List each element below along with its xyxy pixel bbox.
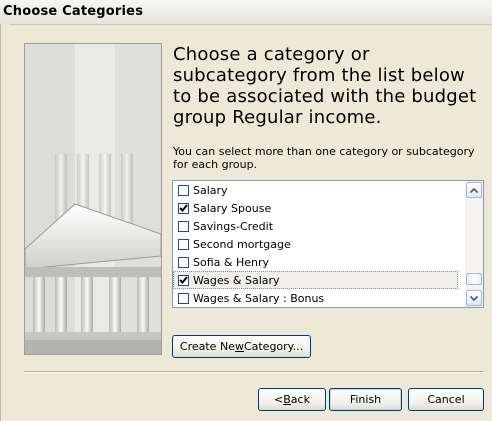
window-edge xyxy=(0,24,9,421)
list-item[interactable]: Salary Spouse xyxy=(173,199,458,217)
list-item-label: Second mortgage xyxy=(193,237,291,251)
scroll-thumb[interactable] xyxy=(466,273,482,285)
list-scrollbar[interactable] xyxy=(465,181,483,307)
create-new-category-button[interactable]: Create Ne w Category... xyxy=(172,335,311,358)
list-item-label: Salary xyxy=(193,183,228,197)
check-icon xyxy=(179,204,188,212)
checkbox[interactable] xyxy=(178,292,189,304)
checkbox[interactable] xyxy=(178,274,189,286)
list-item[interactable]: Salary xyxy=(173,181,458,199)
list-item-label: Wages & Salary xyxy=(193,273,280,287)
list-item-label: Wages & Salary : Bonus xyxy=(193,291,325,305)
checkbox[interactable] xyxy=(178,184,189,196)
create-label-pre: Create Ne xyxy=(179,340,235,353)
scroll-down-button[interactable] xyxy=(466,290,482,306)
list-item[interactable]: Sofia & Henry xyxy=(173,253,458,271)
instruction-heading: Choose a category or subcategory from th… xyxy=(173,44,477,128)
checkbox[interactable] xyxy=(178,202,189,214)
list-item-label: Salary Spouse xyxy=(193,201,272,215)
create-label-post: Category... xyxy=(243,340,304,353)
category-list-items: Salary Salary Spouse Savings-Credit Second … xyxy=(173,181,458,307)
checkbox[interactable] xyxy=(178,256,189,268)
back-label-pre: < xyxy=(274,393,284,406)
list-item[interactable]: Wages & Salary : Bonus xyxy=(173,289,458,307)
scroll-up-button[interactable] xyxy=(466,182,482,198)
button-separator xyxy=(24,371,484,373)
chevron-up-icon xyxy=(470,187,478,193)
check-icon xyxy=(179,276,188,284)
bank-building-illustration xyxy=(24,43,162,355)
back-button[interactable]: < Back xyxy=(258,388,326,411)
list-item-label: Savings-Credit xyxy=(193,219,274,233)
checkbox[interactable] xyxy=(178,238,189,250)
list-item[interactable]: Savings-Credit xyxy=(173,217,458,235)
chevron-down-icon xyxy=(470,295,478,301)
category-listbox[interactable]: Salary Salary Spouse Savings-Credit Second … xyxy=(172,180,484,308)
window-title: Choose Categories xyxy=(3,4,144,19)
back-label-key: B xyxy=(283,393,291,406)
create-label-key: w xyxy=(234,340,244,353)
back-label-post: ack xyxy=(290,393,310,406)
list-item[interactable]: Second mortgage xyxy=(173,235,458,253)
title-bar: Choose Categories xyxy=(0,0,492,25)
cancel-button[interactable]: Cancel xyxy=(408,388,484,411)
instruction-subtext: You can select more than one category or… xyxy=(173,145,475,171)
finish-button[interactable]: Finish xyxy=(329,388,402,411)
list-item-label: Sofia & Henry xyxy=(193,255,269,269)
bank-building-icon xyxy=(25,44,161,354)
checkbox[interactable] xyxy=(178,220,189,232)
list-item[interactable]: Wages & Salary xyxy=(173,271,458,289)
